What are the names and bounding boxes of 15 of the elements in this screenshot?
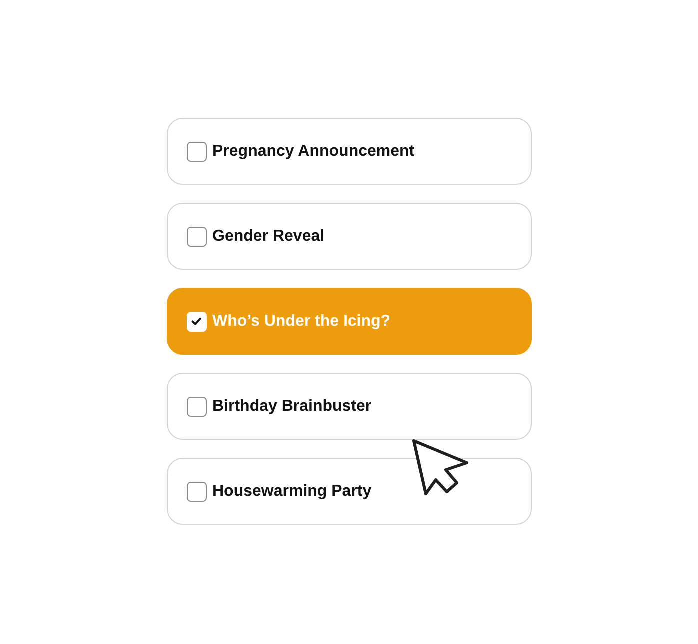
option-label: Gender Reveal xyxy=(212,228,325,246)
option-label: Who’s Under the Icing? xyxy=(212,312,391,330)
checkbox[interactable] xyxy=(186,226,206,246)
option-label: Birthday Brainbuster xyxy=(212,398,372,416)
option-card[interactable]: Pregnancy Announcement xyxy=(166,118,532,185)
checkbox[interactable] xyxy=(186,396,206,416)
pointer-cursor-icon xyxy=(412,439,470,497)
option-label: Pregnancy Announcement xyxy=(212,142,415,160)
option-card[interactable]: Gender Reveal xyxy=(166,203,532,270)
option-card[interactable]: Birthday Brainbuster xyxy=(166,373,532,440)
option-card[interactable]: Housewarming Party xyxy=(166,458,532,525)
option-label: Housewarming Party xyxy=(212,482,372,500)
checkmark-icon xyxy=(190,315,203,328)
checkbox[interactable] xyxy=(186,142,206,162)
checkbox[interactable] xyxy=(186,482,206,502)
